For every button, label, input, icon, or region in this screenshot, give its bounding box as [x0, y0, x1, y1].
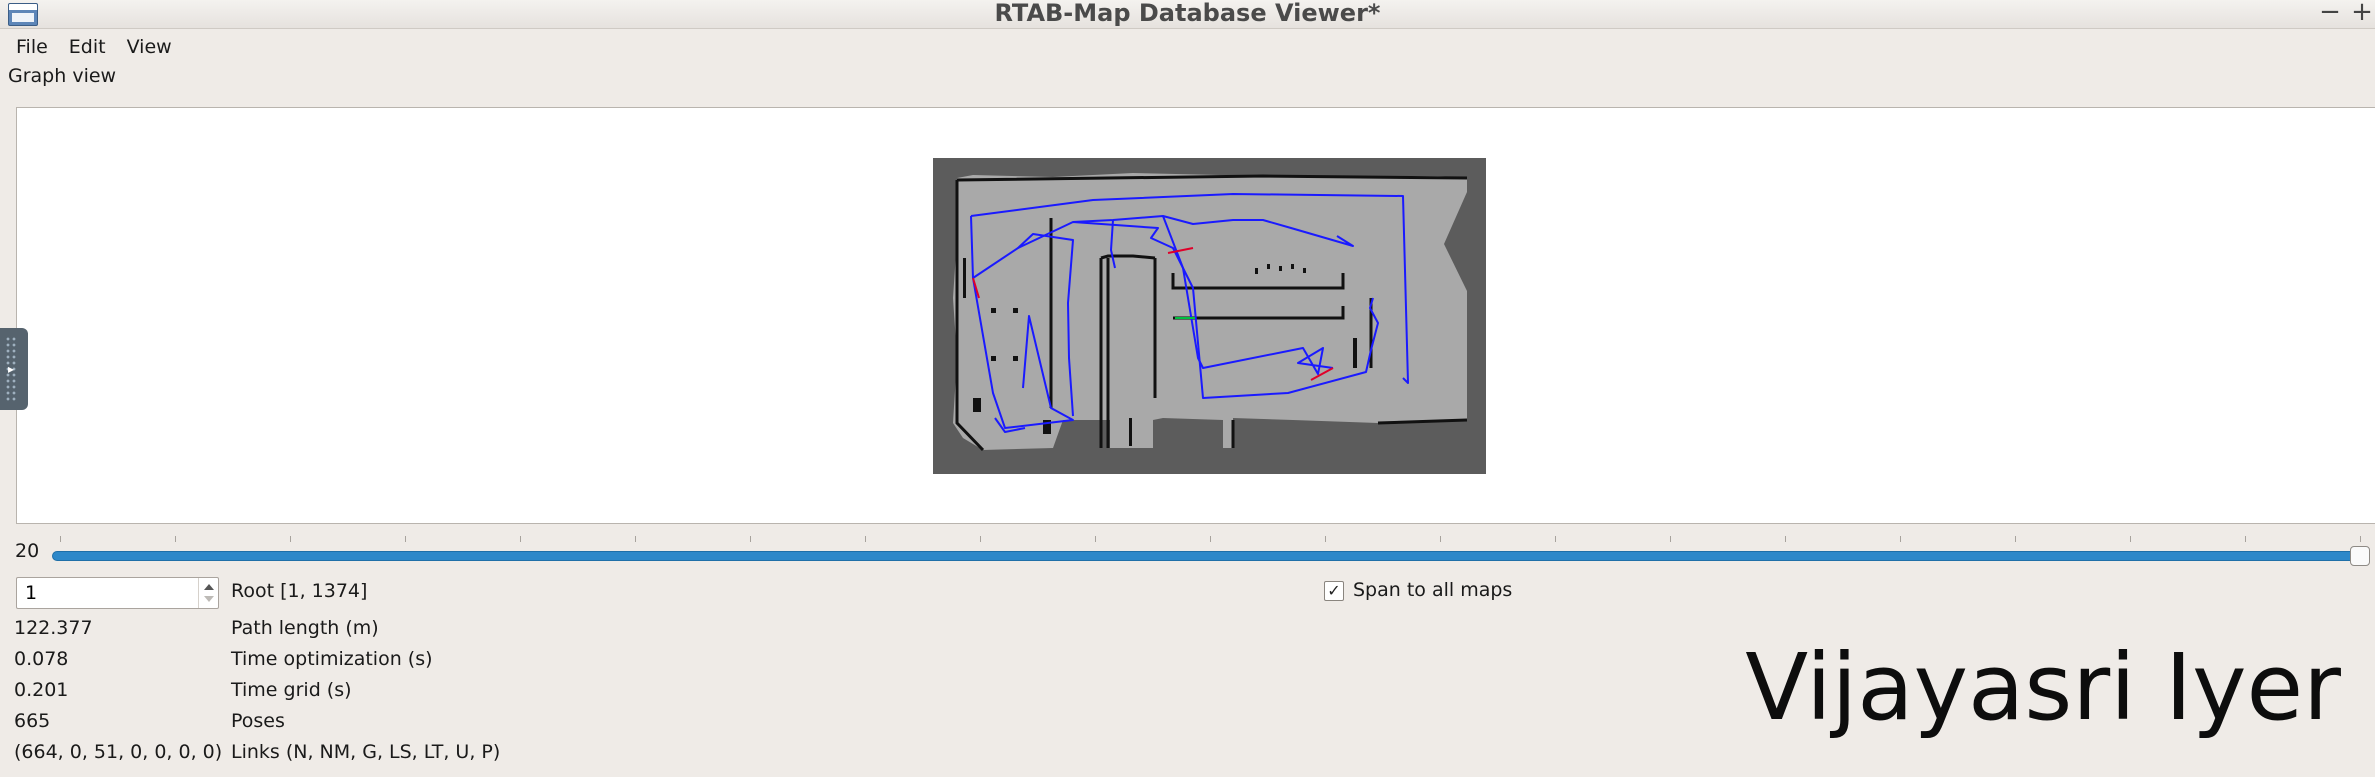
graph-view-panel[interactable] — [16, 107, 2375, 524]
dock-toggle-handle[interactable]: ▸ — [0, 328, 28, 410]
path-length-value: 122.377 — [14, 617, 93, 639]
graph-view-title: Graph view — [8, 65, 117, 87]
links-value: (664, 0, 51, 0, 0, 0, 0) — [14, 741, 223, 763]
spin-buttons — [198, 578, 218, 608]
author-watermark: Vijayasri Iyer — [1745, 634, 2341, 741]
span-all-maps-label[interactable]: Span to all maps — [1353, 579, 1512, 601]
root-label: Root [1, 1374] — [231, 580, 368, 602]
menu-bar: File Edit View — [0, 30, 2375, 63]
path-length-label: Path length (m) — [231, 617, 379, 639]
maximize-button[interactable]: + — [2351, 0, 2373, 29]
menu-view[interactable]: View — [117, 36, 183, 58]
time-grid-label: Time grid (s) — [231, 679, 352, 701]
window-title: RTAB-Map Database Viewer* — [994, 0, 1381, 27]
menu-edit[interactable]: Edit — [59, 36, 117, 58]
iteration-slider[interactable] — [52, 534, 2370, 566]
root-spinbox[interactable] — [16, 577, 219, 609]
root-id-input[interactable] — [17, 578, 197, 608]
links-label: Links (N, NM, G, LS, LT, U, P) — [231, 741, 501, 763]
time-grid-value: 0.201 — [14, 679, 69, 701]
iteration-slider-value: 20 — [15, 540, 40, 562]
expand-arrow-icon: ▸ — [8, 362, 15, 376]
spin-down-arrow-icon[interactable] — [204, 596, 214, 602]
spin-up-arrow-icon[interactable] — [204, 584, 214, 590]
slider-groove[interactable] — [52, 551, 2362, 561]
slider-handle[interactable] — [2350, 546, 2370, 566]
minimize-button[interactable]: − — [2319, 0, 2341, 29]
menu-file[interactable]: File — [6, 36, 59, 58]
occupancy-map-canvas[interactable] — [933, 158, 1486, 474]
poses-label: Poses — [231, 710, 285, 732]
title-bar: RTAB-Map Database Viewer* − + — [0, 0, 2375, 29]
time-optimization-label: Time optimization (s) — [231, 648, 433, 670]
map-room — [1176, 291, 1340, 316]
time-optimization-value: 0.078 — [14, 648, 69, 670]
poses-value: 665 — [14, 710, 51, 732]
span-all-maps-checkbox[interactable]: ✓ — [1324, 581, 1344, 601]
slider-ticks — [52, 536, 2362, 542]
